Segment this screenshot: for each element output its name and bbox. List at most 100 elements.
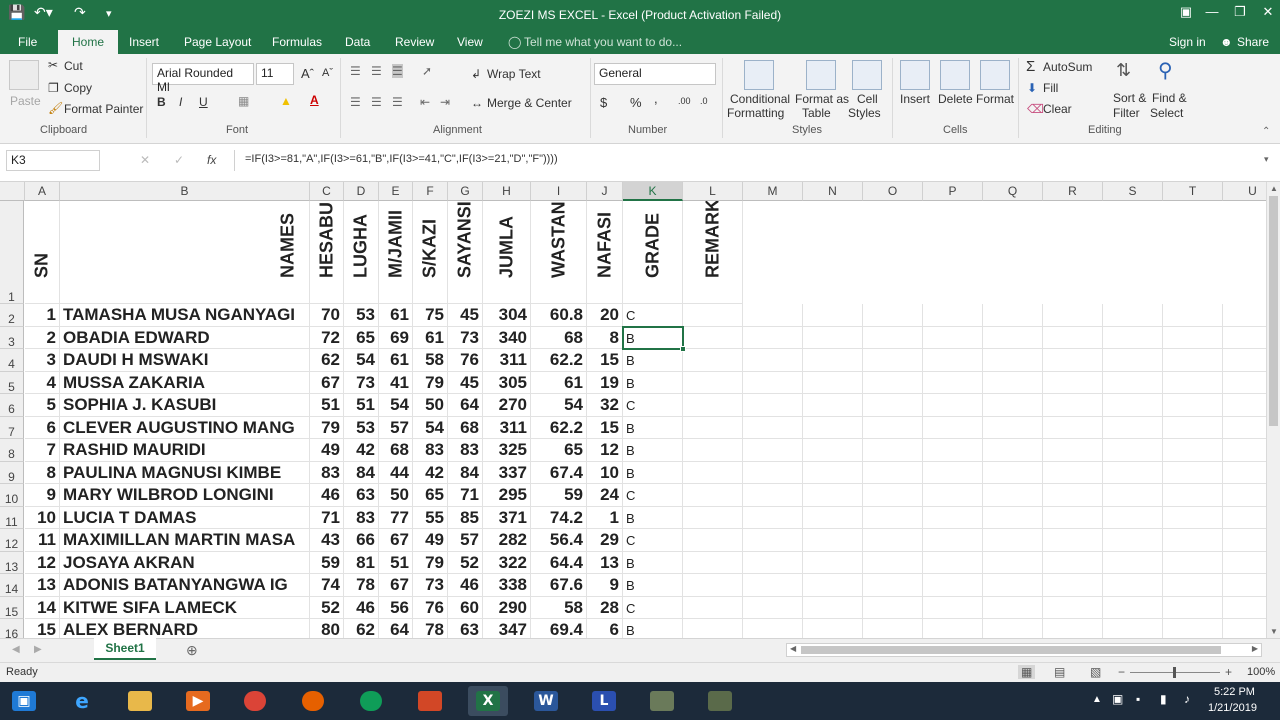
tab-review[interactable]: Review [395, 35, 434, 49]
score-cell[interactable]: 74 [310, 574, 344, 597]
score-cell[interactable]: 53 [344, 304, 379, 327]
score-cell[interactable]: 73 [448, 326, 483, 349]
empty-cell[interactable] [1163, 304, 1223, 327]
score-cell[interactable]: 61 [379, 304, 413, 327]
score-cell[interactable]: 65 [344, 326, 379, 349]
select-all-corner[interactable] [0, 182, 25, 201]
minimize-icon[interactable]: — [1198, 4, 1226, 19]
score-cell[interactable]: 79 [413, 551, 448, 574]
empty-cell[interactable] [1043, 484, 1103, 507]
row-header-16[interactable]: 16 [0, 619, 24, 638]
empty-cell[interactable] [1163, 484, 1223, 507]
header-grade[interactable]: GRADE [623, 201, 683, 304]
row-header-12[interactable]: 12 [0, 529, 24, 552]
font-color-icon[interactable]: A [310, 93, 319, 107]
name-cell[interactable]: ALEX BERNARD [60, 619, 310, 638]
find-select-label-2[interactable]: Select [1150, 106, 1183, 120]
orientation-icon[interactable]: ➚ [422, 64, 432, 78]
merge-center-button[interactable]: Merge & Center [487, 96, 572, 110]
score-cell[interactable]: 305 [483, 371, 531, 394]
empty-cell[interactable] [1223, 529, 1266, 552]
empty-cell[interactable] [743, 619, 803, 638]
score-cell[interactable]: 49 [310, 439, 344, 462]
score-cell[interactable]: 74.2 [531, 506, 587, 529]
score-cell[interactable]: 45 [448, 304, 483, 327]
fill-icon[interactable]: ⬇ [1027, 81, 1037, 95]
empty-cell[interactable] [863, 506, 923, 529]
tray-device-icon[interactable]: ▣ [1112, 692, 1123, 706]
column-header-h[interactable]: H [483, 182, 531, 201]
row-header-1[interactable]: 1 [0, 201, 24, 304]
score-cell[interactable]: 73 [344, 371, 379, 394]
underline-button[interactable]: U [199, 95, 208, 109]
score-cell[interactable]: 12 [587, 439, 623, 462]
empty-cell[interactable] [1043, 326, 1103, 349]
score-cell[interactable]: 61 [531, 371, 587, 394]
tab-page-layout[interactable]: Page Layout [184, 35, 251, 49]
empty-cell[interactable] [863, 484, 923, 507]
empty-cell[interactable] [923, 371, 983, 394]
empty-cell[interactable] [743, 394, 803, 417]
score-cell[interactable]: 45 [448, 371, 483, 394]
score-cell[interactable]: 76 [413, 596, 448, 619]
column-header-o[interactable]: O [863, 182, 923, 201]
column-header-e[interactable]: E [379, 182, 413, 201]
share-icon[interactable]: ☻ [1220, 35, 1233, 49]
header-names[interactable]: NAMES [60, 201, 310, 304]
empty-cell[interactable] [683, 461, 743, 484]
bold-button[interactable]: B [157, 95, 166, 109]
score-cell[interactable]: 5 [25, 394, 60, 417]
empty-cell[interactable] [1043, 416, 1103, 439]
score-cell[interactable]: 67 [379, 529, 413, 552]
score-cell[interactable]: 71 [448, 484, 483, 507]
score-cell[interactable]: 42 [344, 439, 379, 462]
empty-cell[interactable] [1103, 484, 1163, 507]
score-cell[interactable]: 29 [587, 529, 623, 552]
empty-cell[interactable] [863, 349, 923, 372]
h-scroll-thumb[interactable] [801, 646, 1221, 654]
empty-cell[interactable] [923, 484, 983, 507]
formula-input[interactable]: =IF(I3>=81,"A",IF(I3>=61,"B",IF(I3>=41,"… [234, 150, 1254, 171]
scissors-icon[interactable]: ✂ [48, 58, 58, 72]
empty-cell[interactable] [683, 619, 743, 638]
score-cell[interactable]: 15 [587, 416, 623, 439]
empty-cell[interactable] [1043, 439, 1103, 462]
empty-cell[interactable] [1163, 371, 1223, 394]
close-icon[interactable]: ✕ [1254, 4, 1280, 20]
name-cell[interactable]: KITWE SIFA LAMECK [60, 596, 310, 619]
header-sayansi[interactable]: SAYANSI [448, 201, 483, 304]
media-player-icon[interactable]: ▶ [178, 686, 218, 716]
empty-cell[interactable] [803, 574, 863, 597]
score-cell[interactable]: 46 [448, 574, 483, 597]
empty-cell[interactable] [923, 394, 983, 417]
score-cell[interactable]: 42 [413, 461, 448, 484]
column-header-a[interactable]: A [25, 182, 60, 201]
empty-cell[interactable] [1223, 304, 1266, 327]
header-wastani[interactable]: WASTANI [531, 201, 587, 304]
chrome-app-icon[interactable] [352, 686, 392, 716]
tab-formulas[interactable]: Formulas [272, 35, 322, 49]
empty-cell[interactable] [743, 371, 803, 394]
empty-cell[interactable] [743, 484, 803, 507]
next-sheet-icon[interactable]: ▶ [34, 644, 42, 655]
empty-cell[interactable] [983, 506, 1043, 529]
score-cell[interactable]: 67 [379, 574, 413, 597]
ribbon-display-icon[interactable]: ▣ [1172, 4, 1200, 20]
empty-cell[interactable] [983, 394, 1043, 417]
row-header-3[interactable]: 3 [0, 326, 24, 349]
empty-cell[interactable] [863, 529, 923, 552]
empty-cell[interactable] [683, 416, 743, 439]
score-cell[interactable]: 311 [483, 349, 531, 372]
empty-cell[interactable] [683, 371, 743, 394]
score-cell[interactable]: 69 [379, 326, 413, 349]
score-cell[interactable]: 340 [483, 326, 531, 349]
delete-cells-icon[interactable] [940, 60, 970, 90]
share-button[interactable]: Share [1237, 35, 1269, 49]
empty-cell[interactable] [983, 574, 1043, 597]
empty-cell[interactable] [1163, 326, 1223, 349]
header-nafasi[interactable]: NAFASI [587, 201, 623, 304]
score-cell[interactable]: 78 [344, 574, 379, 597]
score-cell[interactable]: 54 [344, 349, 379, 372]
name-cell[interactable]: TAMASHA MUSA NGANYAGI [60, 304, 310, 327]
chrome-icon[interactable] [236, 686, 276, 716]
